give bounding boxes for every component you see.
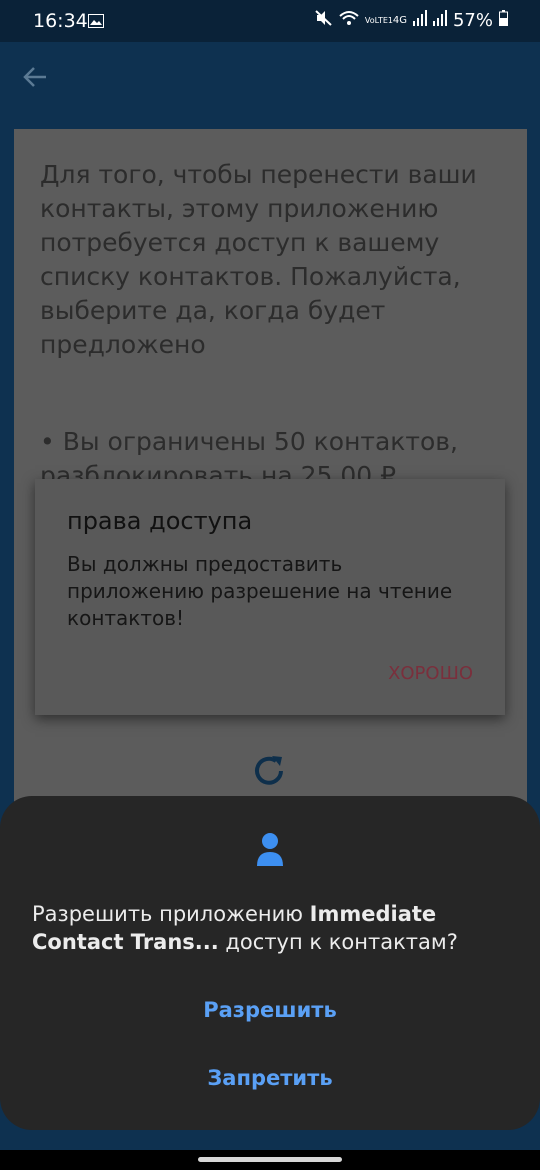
allow-button[interactable]: Разрешить	[0, 998, 540, 1022]
signal-icon	[412, 10, 427, 31]
wifi-icon	[339, 10, 359, 31]
deny-button[interactable]: Запретить	[0, 1066, 540, 1090]
question-suffix: доступ к контактам?	[218, 930, 458, 954]
status-bar: 16:34 VoLTE1 4G 57%	[0, 0, 540, 42]
permission-question: Разрешить приложению Immediate Contact T…	[32, 900, 512, 956]
back-arrow-icon[interactable]	[22, 64, 48, 94]
app-bar	[0, 42, 540, 114]
status-indicators: VoLTE1 4G 57%	[315, 10, 508, 31]
card-intro-text: Для того, чтобы перенести ваши контакты,…	[40, 160, 477, 359]
volte-label: VoLTE1	[364, 16, 393, 25]
permission-sheet: Разрешить приложению Immediate Contact T…	[0, 796, 540, 1130]
mute-icon	[315, 10, 333, 31]
signal-icon-2	[432, 10, 447, 31]
status-time: 16:34	[33, 10, 88, 32]
ok-button[interactable]: ХОРОШО	[388, 663, 473, 684]
card-bullet-text: • Вы ограничены 50 контактов, разблокиро…	[40, 427, 458, 485]
person-icon	[255, 832, 285, 872]
network-type: 4G	[392, 15, 407, 26]
gallery-notification-icon	[88, 13, 104, 32]
dialog-title: права доступа	[67, 507, 253, 535]
permission-dialog: права доступа Вы должны предоставить при…	[35, 479, 505, 715]
battery-icon	[499, 10, 508, 31]
battery-percent: 57%	[452, 10, 493, 31]
dialog-message: Вы должны предоставить приложению разреш…	[67, 552, 453, 630]
home-handle[interactable]	[198, 1157, 342, 1162]
question-prefix: Разрешить приложению	[32, 902, 310, 926]
navigation-bar	[0, 1150, 540, 1170]
refresh-icon[interactable]	[250, 752, 288, 794]
